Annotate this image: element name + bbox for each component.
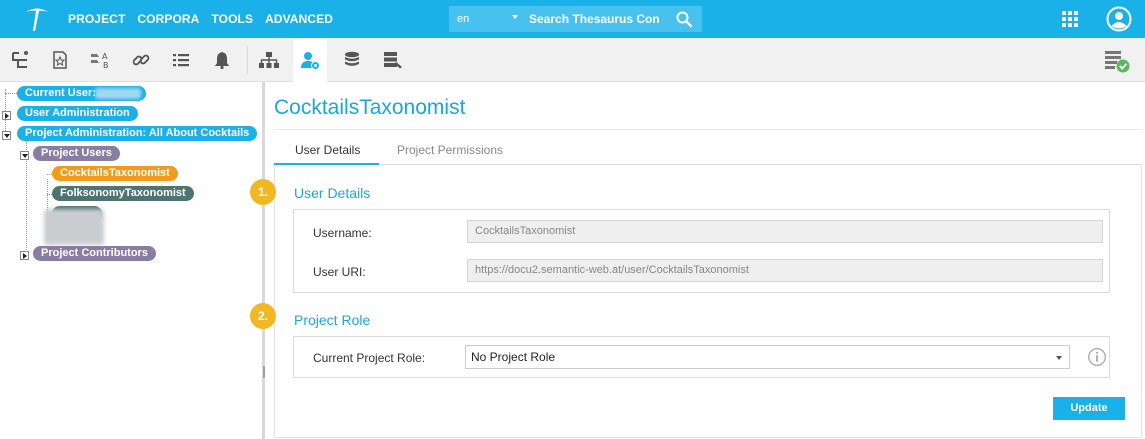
chevron-right-icon — [23, 253, 27, 259]
chevron-down-icon[interactable] — [512, 15, 518, 19]
star-document-icon[interactable] — [43, 44, 77, 76]
step-badge: 2. — [250, 303, 276, 329]
tree-node-project-administration[interactable]: Project Administration: All About Cockta… — [17, 126, 258, 141]
info-icon[interactable] — [1087, 347, 1107, 367]
tab-user-details[interactable]: User Details — [295, 143, 360, 157]
bell-icon[interactable] — [205, 44, 239, 76]
username-label: Username: — [313, 226, 372, 240]
nav-tools[interactable]: TOOLS — [211, 12, 253, 26]
tree-node-label: User Administration — [25, 107, 130, 119]
apps-grid-icon[interactable] — [1061, 10, 1079, 28]
tree-node-label: Current User: — [25, 87, 96, 99]
user-uri-label: User URI: — [313, 265, 366, 279]
svg-text:B: B — [103, 61, 109, 70]
checked-list-icon[interactable] — [1103, 48, 1131, 74]
chevron-down-icon — [22, 154, 28, 158]
tree-node-user-administration[interactable]: User Administration — [17, 106, 138, 121]
project-role-value: No Project Role — [471, 350, 556, 364]
search-input[interactable] — [529, 9, 659, 29]
database-icon[interactable] — [335, 44, 369, 76]
search-icon[interactable] — [675, 10, 693, 28]
user-account-icon[interactable] — [1106, 6, 1132, 32]
org-chart-icon[interactable] — [252, 44, 286, 76]
project-role-label: Current Project Role: — [313, 351, 426, 365]
tree-guide — [5, 93, 17, 94]
page-title: CocktailsTaxonomist — [274, 96, 466, 119]
redacted-users — [44, 209, 104, 245]
tab-panel — [274, 165, 1142, 438]
nav-project[interactable]: PROJECT — [68, 12, 125, 26]
splitter-grip[interactable] — [263, 366, 265, 378]
step-badge: 1. — [250, 179, 276, 205]
toolbar: AB — [0, 38, 1145, 82]
tree-node-user-selected[interactable]: CocktailsTaxonomist — [52, 166, 178, 181]
redacted-username — [95, 88, 141, 99]
svg-text:A: A — [102, 52, 108, 61]
username-field[interactable]: CocktailsTaxonomist — [467, 220, 1103, 243]
panel-splitter[interactable] — [262, 82, 265, 439]
hierarchy-tree-icon[interactable] — [3, 44, 37, 76]
server-icon[interactable] — [376, 44, 410, 76]
tree-node-label: Project Users — [41, 147, 112, 159]
tree-node-project-contributors[interactable]: Project Contributors — [33, 246, 156, 261]
tree-node-label: FolksonomyTaxonomist — [60, 187, 186, 199]
tree-node-label: Project Contributors — [41, 247, 148, 259]
ab-mapping-icon[interactable]: AB — [83, 44, 117, 76]
tree-node-label: CocktailsTaxonomist — [60, 167, 170, 179]
nav-corpora[interactable]: CORPORA — [137, 12, 199, 26]
expand-toggle[interactable] — [2, 111, 11, 120]
project-role-select[interactable]: No Project Role — [465, 345, 1070, 369]
tab-bar: User Details Project Permissions — [274, 129, 1142, 165]
section-title-project-role: Project Role — [294, 312, 371, 328]
search-box: en — [449, 6, 702, 32]
tree-node-user[interactable]: FolksonomyTaxonomist — [52, 186, 194, 201]
tab-project-permissions[interactable]: Project Permissions — [397, 143, 503, 157]
link-icon[interactable] — [124, 44, 158, 76]
chevron-down-icon — [1056, 356, 1062, 360]
list-icon[interactable] — [164, 44, 198, 76]
toolbar-divider — [247, 46, 248, 74]
collapse-toggle[interactable] — [2, 131, 11, 140]
update-button[interactable]: Update — [1053, 397, 1125, 420]
tree-node-project-users[interactable]: Project Users — [33, 146, 120, 161]
chevron-down-icon — [4, 134, 10, 138]
top-navigation-bar: PROJECT CORPORA TOOLS ADVANCED en — [0, 0, 1145, 38]
collapse-toggle[interactable] — [20, 151, 29, 160]
chevron-right-icon — [5, 113, 9, 119]
language-select[interactable]: en — [457, 13, 469, 25]
user-settings-icon[interactable] — [293, 38, 327, 82]
tree-node-label: Project Administration: All About Cockta… — [25, 127, 250, 139]
logo-icon[interactable] — [24, 5, 50, 33]
user-uri-field[interactable]: https://docu2.semantic-web.at/user/Cockt… — [467, 259, 1103, 282]
expand-toggle[interactable] — [20, 251, 29, 260]
nav-advanced[interactable]: ADVANCED — [265, 12, 333, 26]
main-nav: PROJECT CORPORA TOOLS ADVANCED — [68, 0, 345, 38]
section-title-user-details: User Details — [294, 185, 371, 201]
